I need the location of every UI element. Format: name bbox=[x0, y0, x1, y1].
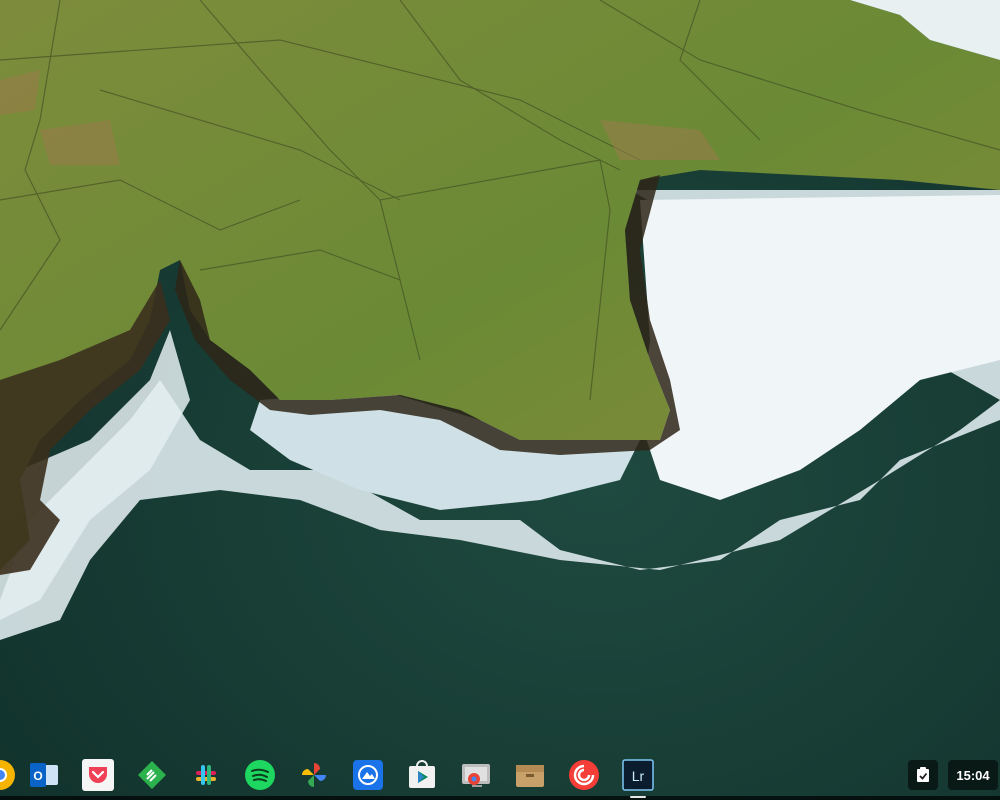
chrome-icon[interactable] bbox=[0, 759, 16, 791]
clipboard-check-icon[interactable] bbox=[908, 760, 938, 790]
lightroom-label: Lr bbox=[632, 768, 645, 784]
feedly-icon[interactable] bbox=[136, 759, 168, 791]
slack-icon[interactable] bbox=[190, 759, 222, 791]
outlook-letter: O bbox=[33, 769, 42, 783]
running-indicator bbox=[630, 796, 646, 798]
archive-box-icon[interactable] bbox=[514, 759, 546, 791]
lightroom-icon[interactable]: Lr bbox=[622, 759, 654, 791]
spotify-icon[interactable] bbox=[244, 759, 276, 791]
play-store-icon[interactable] bbox=[406, 759, 438, 791]
pocket-casts-icon[interactable] bbox=[568, 759, 600, 791]
pocket-icon[interactable] bbox=[82, 759, 114, 791]
clock-time[interactable]: 15:04 bbox=[948, 760, 998, 790]
remote-desktop-icon[interactable] bbox=[460, 759, 492, 791]
shelf-bar bbox=[0, 796, 1000, 800]
photo-app-icon[interactable] bbox=[352, 759, 384, 791]
desktop-wallpaper bbox=[0, 0, 1000, 800]
outlook-icon[interactable]: O bbox=[28, 759, 60, 791]
pinwheel-icon[interactable] bbox=[298, 759, 330, 791]
